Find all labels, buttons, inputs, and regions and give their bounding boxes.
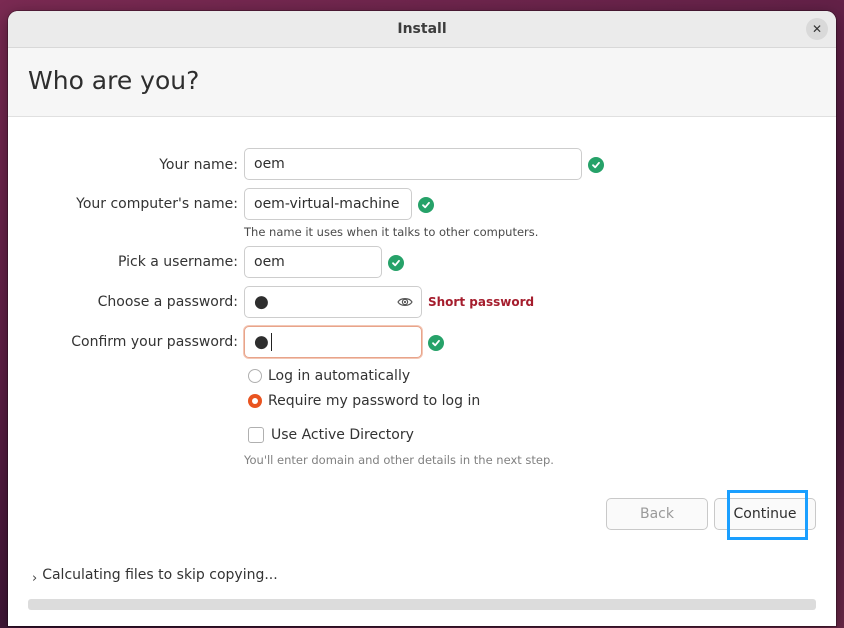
eye-icon[interactable] — [397, 295, 413, 309]
install-progress-bar — [28, 599, 816, 610]
password-strength-warning: Short password — [428, 295, 535, 309]
active-directory-hint: You'll enter domain and other details in… — [244, 453, 554, 467]
installer-window: Install ✕ Who are you? Your name: oem Yo… — [8, 11, 836, 626]
computer-name-input[interactable]: oem-virtual-machine — [244, 188, 412, 220]
computer-name-valid-icon — [418, 197, 434, 213]
radio-require-password[interactable]: Require my password to log in — [248, 393, 480, 409]
confirm-password-label: Confirm your password: — [71, 334, 238, 350]
name-label: Your name: — [159, 157, 238, 173]
name-valid-icon — [588, 157, 604, 173]
username-label: Pick a username: — [117, 254, 238, 270]
username-valid-icon — [388, 255, 404, 271]
checkbox-label: Use Active Directory — [271, 427, 414, 443]
close-icon: ✕ — [811, 22, 823, 36]
install-status[interactable]: › Calculating files to skip copying... — [32, 567, 278, 586]
password-input[interactable]: ● — [244, 286, 422, 318]
radio-login-automatically[interactable]: Log in automatically — [248, 368, 410, 384]
name-input[interactable]: oem — [244, 148, 582, 180]
checkbox-box — [248, 427, 264, 443]
active-directory-checkbox[interactable]: Use Active Directory — [248, 427, 414, 443]
status-text: Calculating files to skip copying... — [42, 567, 278, 583]
confirm-password-valid-icon — [428, 335, 444, 351]
titlebar: Install ✕ — [8, 11, 836, 48]
form-content: Your name: oem Your computer's name: oem… — [8, 117, 836, 626]
page-header: Who are you? — [8, 48, 836, 117]
close-button[interactable]: ✕ — [806, 18, 828, 40]
username-value: oem — [254, 254, 285, 270]
confirm-password-input[interactable]: ● — [244, 326, 422, 358]
text-cursor — [270, 333, 272, 351]
radio-circle-selected — [248, 394, 262, 408]
password-value: ● — [254, 291, 269, 312]
back-button[interactable]: Back — [606, 498, 708, 530]
radio-circle — [248, 369, 262, 383]
confirm-password-value: ● — [254, 331, 269, 352]
chevron-right-icon: › — [32, 570, 38, 586]
computer-name-value: oem-virtual-machine — [254, 196, 400, 212]
password-label: Choose a password: — [97, 294, 238, 310]
username-input[interactable]: oem — [244, 246, 382, 278]
name-value: oem — [254, 156, 285, 172]
radio-label: Require my password to log in — [268, 393, 481, 409]
window-title: Install — [397, 21, 447, 37]
computer-name-hint: The name it uses when it talks to other … — [244, 225, 539, 239]
continue-button[interactable]: Continue — [714, 498, 816, 530]
radio-label: Log in automatically — [268, 368, 411, 384]
page-title: Who are you? — [28, 66, 200, 95]
computer-name-label: Your computer's name: — [76, 196, 238, 212]
